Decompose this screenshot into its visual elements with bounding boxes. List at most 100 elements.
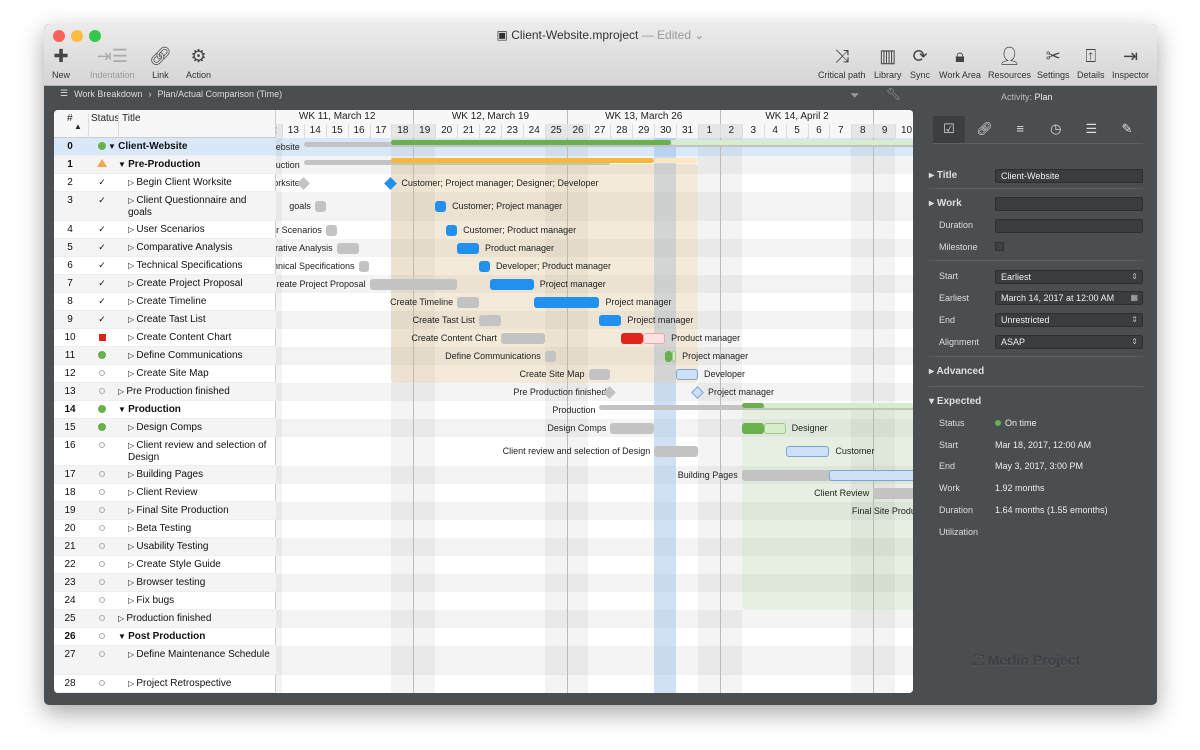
- inspector-button[interactable]: ⇥ Inspector: [1112, 46, 1149, 80]
- task-row[interactable]: 4 ✓ ▷ User Scenarios: [54, 221, 276, 239]
- actual-bar[interactable]: [446, 224, 458, 236]
- disclosure-expanded-icon[interactable]: ▼: [118, 632, 128, 641]
- disclosure-expanded-icon[interactable]: ▼: [118, 160, 128, 169]
- plan-bar[interactable]: [314, 201, 326, 212]
- remaining-bar[interactable]: [763, 422, 786, 434]
- task-row[interactable]: 5 ✓ ▷ Comparative Analysis: [54, 239, 276, 257]
- work-section[interactable]: ▸ Work: [929, 198, 962, 209]
- remaining-summary-bar[interactable]: [763, 403, 913, 408]
- task-row[interactable]: 19 ▷ Final Site Production: [54, 502, 276, 520]
- task-row[interactable]: 23 ▷ Browser testing: [54, 574, 276, 592]
- advanced-section[interactable]: ▸ Advanced: [929, 366, 984, 377]
- task-row[interactable]: 28 ▷ Project Retrospective: [54, 675, 276, 693]
- disclosure-icon[interactable]: ▸: [929, 170, 937, 181]
- critical-path-button[interactable]: ⤨ Critical path: [818, 46, 866, 80]
- task-row[interactable]: 15 ▷ Design Comps: [54, 419, 276, 437]
- remaining-summary-bar[interactable]: [654, 158, 698, 163]
- plan-bar[interactable]: [479, 314, 501, 326]
- plan-bar[interactable]: [588, 368, 611, 380]
- settings-button[interactable]: ✂ Settings: [1037, 46, 1070, 80]
- wrench-icon[interactable]: 🔧︎: [886, 87, 901, 101]
- expected-section[interactable]: ▾ Expected: [929, 396, 981, 407]
- plan-bar[interactable]: [325, 224, 337, 236]
- task-row[interactable]: 7 ✓ ▷ Create Project Proposal: [54, 275, 276, 293]
- task-row[interactable]: 25 ▷ Production finished: [54, 610, 276, 628]
- task-row[interactable]: 16 ▷ Client review and selection of Desig…: [54, 437, 276, 466]
- actual-bar[interactable]: [435, 201, 447, 212]
- task-row[interactable]: 9 ✓ ▷ Create Tast List: [54, 311, 276, 329]
- filter-icon[interactable]: ⏷: [850, 88, 860, 103]
- action-button[interactable]: ⚙ Action: [186, 46, 211, 80]
- column-status[interactable]: Status: [88, 113, 119, 138]
- list-icon[interactable]: ☰: [1075, 116, 1107, 143]
- plan-bar[interactable]: [654, 446, 698, 457]
- actual-bar[interactable]: [489, 278, 534, 290]
- actual-summary-bar[interactable]: [741, 403, 764, 408]
- breadcrumb-item[interactable]: Work Breakdown: [74, 89, 142, 99]
- actual-bar-progress[interactable]: [741, 422, 764, 434]
- actual-bar-late[interactable]: [621, 332, 644, 344]
- disclosure-icon[interactable]: ▸: [929, 198, 937, 209]
- task-row[interactable]: 20 ▷ Beta Testing: [54, 520, 276, 538]
- task-row[interactable]: 21 ▷ Usability Testing: [54, 538, 276, 556]
- resources-button[interactable]: 👤︎ Resources: [988, 46, 1031, 80]
- plan-bar[interactable]: [610, 422, 655, 434]
- disclosure-icon[interactable]: ▾: [929, 396, 937, 407]
- sync-button[interactable]: ⟳ Sync: [910, 46, 930, 80]
- plan-bar[interactable]: [873, 487, 913, 499]
- task-row[interactable]: 1 ▼ Pre-Production: [54, 156, 276, 174]
- column-title[interactable]: Title: [118, 113, 141, 138]
- plan-bar[interactable]: [544, 350, 556, 362]
- title-field[interactable]: Client-Website: [995, 169, 1143, 183]
- link-button[interactable]: 🔗︎ Link: [149, 46, 172, 80]
- task-row[interactable]: 14 ▼ Production: [54, 401, 276, 419]
- start-select[interactable]: Earliest ⇕: [995, 270, 1143, 284]
- disclosure-expanded-icon[interactable]: ▼: [108, 142, 118, 151]
- remaining-summary-bar[interactable]: [670, 140, 913, 145]
- task-row[interactable]: 18 ▷ Client Review: [54, 484, 276, 502]
- plan-bar[interactable]: [457, 296, 479, 308]
- notes-icon[interactable]: ✎: [1111, 116, 1143, 143]
- pending-bar[interactable]: [785, 446, 830, 457]
- actual-bar[interactable]: [599, 314, 622, 326]
- plan-bar[interactable]: [500, 332, 545, 344]
- task-row[interactable]: 27 ▷ Define Maintenance Schedule: [54, 646, 276, 675]
- breadcrumb-item[interactable]: Plan/Actual Comparison (Time): [157, 89, 282, 99]
- task-row[interactable]: 13 ▷ Pre Production finished: [54, 383, 276, 401]
- end-select[interactable]: Unrestricted ⇕: [995, 313, 1143, 327]
- remaining-bar[interactable]: [643, 332, 666, 344]
- task-row[interactable]: 3 ✓ ▷ Client Questionnaire and goals: [54, 192, 276, 221]
- task-icon[interactable]: ☑: [933, 116, 965, 143]
- pending-bar[interactable]: [829, 469, 913, 481]
- duration-field[interactable]: [995, 219, 1143, 233]
- details-button[interactable]: ⍐ Details: [1077, 46, 1105, 80]
- plan-bar[interactable]: [336, 242, 359, 254]
- link-icon[interactable]: 🔗︎: [969, 116, 1001, 143]
- alignment-select[interactable]: ASAP ⇕: [995, 335, 1143, 349]
- actual-bar[interactable]: [533, 296, 600, 308]
- remaining-bar[interactable]: [672, 350, 677, 362]
- actual-bar[interactable]: [457, 242, 479, 254]
- task-row[interactable]: 24 ▷ Fix bugs: [54, 592, 276, 610]
- resource-assign-icon[interactable]: ≡: [1004, 116, 1036, 143]
- disclosure-expanded-icon[interactable]: ▼: [118, 405, 128, 414]
- actual-bar[interactable]: [479, 260, 490, 272]
- task-row[interactable]: 0 ▼ Client-Website: [54, 138, 276, 156]
- task-row[interactable]: 11 ▷ Define Communications: [54, 347, 276, 365]
- milestone-checkbox[interactable]: [995, 242, 1004, 251]
- task-row[interactable]: 12 ▷ Create Site Map: [54, 365, 276, 383]
- task-row[interactable]: 17 ▷ Building Pages: [54, 466, 276, 484]
- task-row[interactable]: 8 ✓ ▷ Create Timeline: [54, 293, 276, 311]
- plan-bar[interactable]: [358, 260, 370, 272]
- column-number[interactable]: #: [67, 113, 73, 124]
- library-button[interactable]: ▥ Library: [874, 46, 902, 80]
- earliest-date-field[interactable]: March 14, 2017 at 12:00 AM ▦: [995, 291, 1143, 305]
- work-field[interactable]: [995, 197, 1143, 211]
- task-row[interactable]: 22 ▷ Create Style Guide: [54, 556, 276, 574]
- task-row[interactable]: 10 ▷ Create Content Chart: [54, 329, 276, 347]
- actual-bar-progress[interactable]: [665, 350, 673, 362]
- clock-icon[interactable]: ◷: [1040, 116, 1072, 143]
- task-row[interactable]: 2 ✓ ▷ Begin Client Worksite: [54, 174, 276, 192]
- edited-menu[interactable]: — Edited ⌄: [642, 28, 705, 42]
- task-row[interactable]: 26 ▼ Post Production: [54, 628, 276, 646]
